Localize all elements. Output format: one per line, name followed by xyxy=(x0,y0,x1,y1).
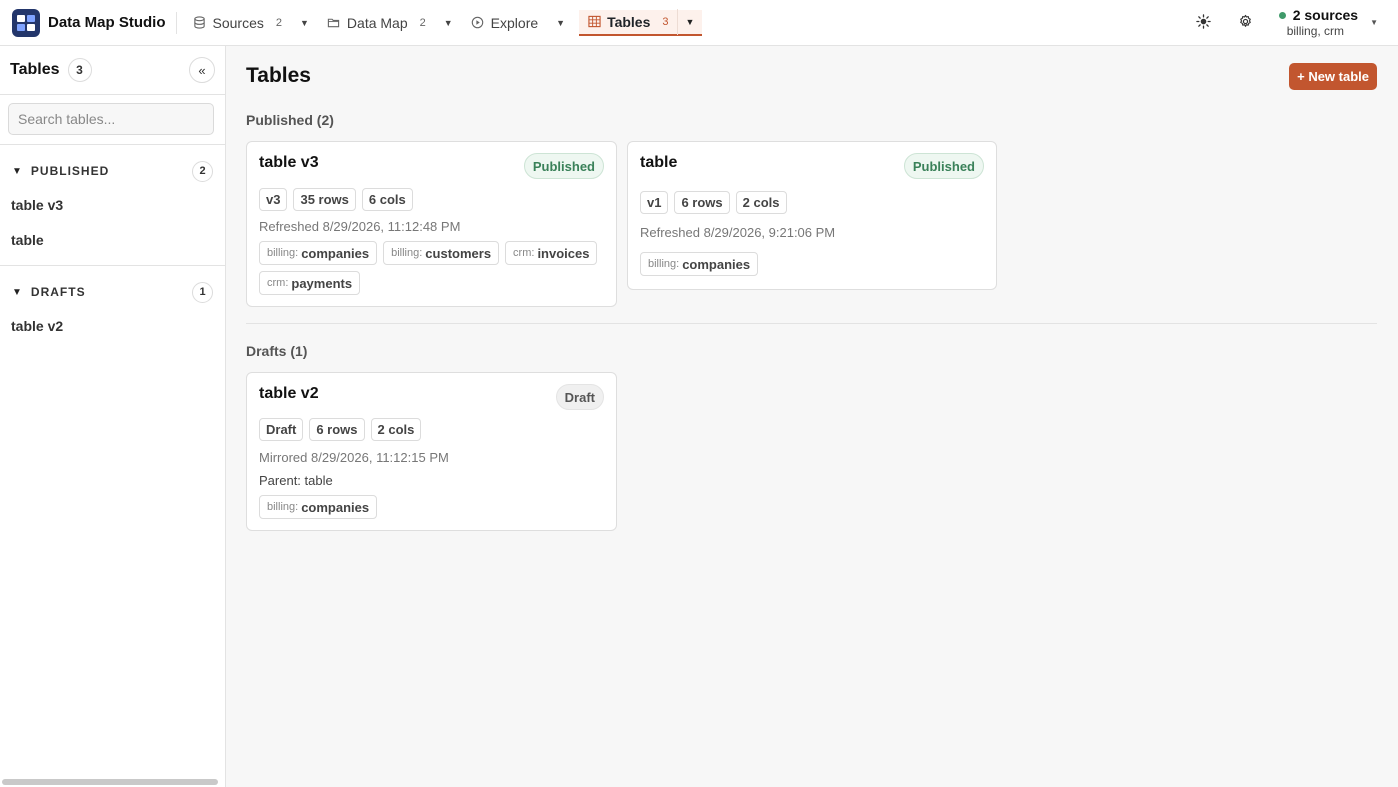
gear-icon xyxy=(1238,14,1253,32)
connected-status-dot xyxy=(1278,11,1286,19)
sources-list-label: billing, crm xyxy=(1286,24,1345,38)
section-divider xyxy=(246,323,1377,324)
sidebar-item-table-v2[interactable]: table v2 xyxy=(0,308,225,343)
double-chevron-left-icon: « xyxy=(198,62,206,78)
source-tags: billing: companies xyxy=(259,495,609,525)
group-count: 1 xyxy=(192,281,213,303)
top-right-area: 2 sources billing, crm ▼ xyxy=(1189,0,1398,45)
nav-sources[interactable]: Sources 2 xyxy=(185,10,290,36)
source-tags: billing: companies billing: customers crm:… xyxy=(259,241,609,301)
folder-icon xyxy=(327,16,341,30)
theme-toggle-button[interactable] xyxy=(1189,8,1219,38)
database-icon xyxy=(193,16,207,30)
triangle-down-icon: ▼ xyxy=(12,165,22,177)
main-content: Tables + New table Published (2) table v… xyxy=(226,46,1398,787)
sources-dropdown[interactable]: ▼ xyxy=(1370,18,1378,27)
card-chips: Draft 6 rows 2 cols xyxy=(259,418,427,441)
source-tag: crm: invoices xyxy=(505,241,598,265)
drafts-group-toggle[interactable]: ▼ DRAFTS 1 xyxy=(0,266,225,308)
sidebar-count: 3 xyxy=(67,58,92,82)
nav-sources-dropdown[interactable]: ▼ xyxy=(290,10,319,36)
rows-chip: 6 rows xyxy=(674,191,730,214)
version-chip: v3 xyxy=(259,188,288,211)
group-count: 2 xyxy=(192,160,213,182)
table-icon xyxy=(587,15,601,29)
top-bar: Data Map Studio Sources 2 ▼ Data Map 2 ▼… xyxy=(0,0,1398,46)
source-tag: billing: companies xyxy=(259,495,378,519)
sidebar-group-drafts: ▼ DRAFTS 1 table v2 xyxy=(0,266,225,351)
published-group-toggle[interactable]: ▼ PUBLISHED 2 xyxy=(0,145,225,187)
nav-explore[interactable]: Explore xyxy=(463,10,546,36)
nav-sources-label: Sources xyxy=(212,14,264,31)
page-title: Tables xyxy=(246,64,311,87)
nav-explore-dropdown[interactable]: ▼ xyxy=(546,10,575,36)
card-title: table v3 xyxy=(259,154,319,171)
nav-tables-wrap: Tables 3 ▼ xyxy=(579,8,703,36)
cols-chip: 6 cols xyxy=(361,188,413,211)
status-badge: Published xyxy=(903,153,984,179)
draft-chip: Draft xyxy=(259,418,304,441)
sidebar: Tables 3 « ▼ PUBLISHED 2 table v3 table … xyxy=(0,46,226,787)
table-card-table[interactable]: table Published v1 6 rows 2 cols Refresh… xyxy=(627,141,997,290)
nav-sources-count: 2 xyxy=(275,16,282,29)
table-card-table-v3[interactable]: table v3 Published v3 35 rows 6 cols Ref… xyxy=(246,141,617,307)
source-tag: billing: customers xyxy=(383,241,500,265)
refreshed-timestamp: Refreshed 8/29/2026, 11:12:48 PM xyxy=(259,219,461,234)
nav-tables[interactable]: Tables 3 xyxy=(579,9,676,35)
card-chips: v3 35 rows 6 cols xyxy=(259,188,419,211)
nav-tables-dropdown[interactable]: ▼ xyxy=(676,8,703,35)
sources-count-label: 2 sources xyxy=(1292,7,1359,23)
rows-chip: 35 rows xyxy=(293,188,356,211)
sun-icon xyxy=(1196,13,1211,32)
cols-chip: 2 cols xyxy=(735,191,787,214)
drafts-section-title: Drafts (1) xyxy=(246,343,308,359)
triangle-down-icon: ▼ xyxy=(12,286,22,298)
rows-chip: 6 rows xyxy=(309,418,365,441)
sidebar-search xyxy=(0,95,225,145)
sidebar-scrollbar[interactable] xyxy=(2,779,218,785)
status-badge: Draft xyxy=(555,384,604,410)
card-title: table xyxy=(640,154,678,171)
new-table-button[interactable]: + New table xyxy=(1289,63,1377,90)
nav-data-map-count: 2 xyxy=(419,16,426,29)
published-section-title: Published (2) xyxy=(246,112,334,128)
source-tag: crm: payments xyxy=(259,271,361,295)
nav-data-map[interactable]: Data Map 2 xyxy=(319,10,434,36)
main-nav: Sources 2 ▼ Data Map 2 ▼ Explore ▼ Table… xyxy=(185,0,703,45)
status-badge: Published xyxy=(523,153,604,179)
sidebar-item-table-v3[interactable]: table v3 xyxy=(0,187,225,222)
parent-label: Parent: table xyxy=(259,473,333,488)
card-title: table v2 xyxy=(259,385,319,402)
version-chip: v1 xyxy=(640,191,669,214)
table-card-table-v2[interactable]: table v2 Draft Draft 6 rows 2 cols Mirro… xyxy=(246,372,617,531)
group-label: DRAFTS xyxy=(30,285,86,299)
nav-data-map-label: Data Map xyxy=(346,14,408,31)
nav-tables-count: 3 xyxy=(662,15,669,28)
source-tags: billing: companies xyxy=(640,252,990,282)
app-name: Data Map Studio xyxy=(48,14,166,31)
search-tables-input[interactable] xyxy=(8,103,214,135)
mirrored-timestamp: Mirrored 8/29/2026, 11:12:15 PM xyxy=(259,450,449,465)
cols-chip: 2 cols xyxy=(370,418,422,441)
sidebar-title: Tables xyxy=(10,61,60,78)
compass-icon xyxy=(471,16,485,30)
sources-status[interactable]: 2 sources billing, crm xyxy=(1278,7,1359,38)
card-chips: v1 6 rows 2 cols xyxy=(640,191,793,214)
sidebar-header: Tables 3 « xyxy=(0,46,225,95)
nav-tables-label: Tables xyxy=(607,13,651,30)
brand-divider xyxy=(175,11,177,34)
group-label: PUBLISHED xyxy=(30,164,110,178)
sidebar-group-published: ▼ PUBLISHED 2 table v3 table xyxy=(0,145,225,266)
source-tag: billing: companies xyxy=(640,252,759,276)
settings-button[interactable] xyxy=(1231,8,1261,38)
app-logo-icon xyxy=(12,8,40,37)
nav-data-map-dropdown[interactable]: ▼ xyxy=(434,10,463,36)
nav-explore-label: Explore xyxy=(490,14,539,31)
collapse-sidebar-button[interactable]: « xyxy=(189,57,215,83)
brand[interactable]: Data Map Studio xyxy=(0,0,166,45)
refreshed-timestamp: Refreshed 8/29/2026, 9:21:06 PM xyxy=(640,225,836,240)
source-tag: billing: companies xyxy=(259,241,378,265)
sidebar-item-table[interactable]: table xyxy=(0,222,225,257)
